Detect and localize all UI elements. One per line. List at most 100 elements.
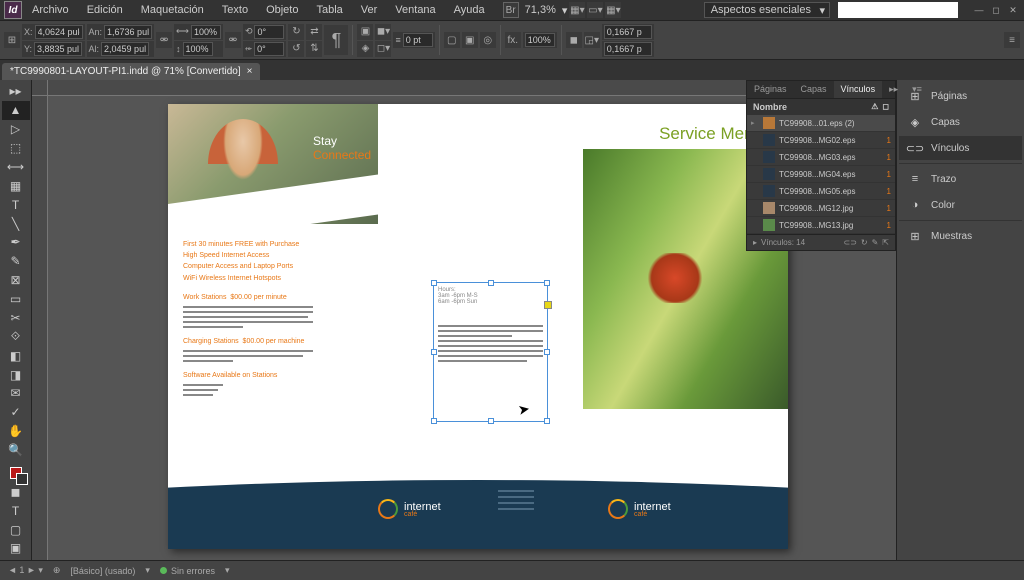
workspace-dropdown[interactable]: Aspectos esenciales [704, 2, 830, 18]
control-menu-icon[interactable]: ≡ [1004, 32, 1020, 48]
rotate-ccw-icon[interactable]: ↺ [288, 41, 304, 57]
scissors-tool[interactable]: ✂ [2, 309, 30, 328]
corner-options-icon[interactable]: ◲▾ [584, 32, 600, 48]
link-row[interactable]: TC99908...MG03.eps1 [747, 149, 895, 166]
dock-trazo[interactable]: ≡Trazo [899, 167, 1022, 191]
screen-mode-icon[interactable]: ▭▾ [587, 2, 603, 18]
resize-handle[interactable] [544, 349, 550, 355]
tab-close-icon[interactable]: × [247, 66, 253, 77]
dock-vinculos[interactable]: ⊂⊃Vínculos [899, 136, 1022, 160]
close-icon[interactable]: ✕ [1006, 4, 1020, 16]
flip-h-icon[interactable]: ⇄ [306, 24, 322, 40]
hand-tool[interactable]: ✋ [2, 422, 30, 441]
x-field[interactable] [35, 25, 83, 39]
rectangle-tool[interactable]: ▭ [2, 290, 30, 309]
constrain-scale-icon[interactable]: ⚮ [225, 32, 241, 48]
menu-archivo[interactable]: Archivo [24, 2, 77, 18]
scale-x-field[interactable] [191, 25, 221, 39]
fill-icon[interactable]: ◼▾ [375, 24, 391, 40]
panel-menu-icon[interactable]: ▾≡ [905, 81, 929, 98]
shear-field[interactable] [254, 42, 284, 56]
link-row[interactable]: ▸TC99908...01.eps (2) [747, 115, 895, 132]
selected-text-frame[interactable]: Hours: 3am -6pm M-S 6am -6pm Sun [433, 282, 548, 422]
rectangle-frame-tool[interactable]: ⊠ [2, 271, 30, 290]
constrain-icon[interactable]: ⚮ [156, 32, 172, 48]
links-panel[interactable]: Páginas Capas Vínculos ▸▸ ▾≡ Nombre ⚠◻ ▸… [746, 80, 896, 251]
link-row[interactable]: TC99908...MG13.jpg1 [747, 217, 895, 234]
tab-capas[interactable]: Capas [794, 81, 834, 98]
vertical-ruler[interactable] [32, 96, 48, 560]
zoom-tool[interactable]: 🔍 [2, 441, 30, 460]
panel-collapse-icon[interactable]: ▸▸ [882, 81, 905, 98]
resize-handle[interactable] [488, 418, 494, 424]
stroke-weight-field[interactable] [403, 33, 433, 47]
type-tool[interactable]: T [2, 195, 30, 214]
note-tool[interactable]: ✉ [2, 384, 30, 403]
maximize-icon[interactable]: ◻ [989, 4, 1003, 16]
resize-handle[interactable] [544, 280, 550, 286]
effects-icon[interactable]: fx. [505, 32, 521, 48]
pen-tool[interactable]: ✒ [2, 233, 30, 252]
preflight-profile[interactable]: [Básico] (usado) [70, 566, 135, 576]
opacity-field[interactable] [525, 33, 555, 47]
resize-handle[interactable] [431, 418, 437, 424]
content-collector-tool[interactable]: ▦ [2, 176, 30, 195]
ruler-origin[interactable] [32, 80, 48, 96]
errors-chevron-icon[interactable]: ▾ [225, 565, 230, 576]
link-row[interactable]: TC99908...MG12.jpg1 [747, 200, 895, 217]
bridge-button[interactable]: Br [503, 2, 519, 18]
resize-handle[interactable] [431, 280, 437, 286]
paragraph-mode-icon[interactable]: ¶ [324, 25, 348, 55]
stroke-icon[interactable]: ◻▾ [375, 41, 391, 57]
open-quick-apply-icon[interactable]: ⊕ [53, 565, 61, 576]
search-input[interactable] [838, 2, 958, 18]
menu-edicion[interactable]: Edición [79, 2, 131, 18]
update-link-icon[interactable]: ✎ [872, 238, 879, 247]
tab-vinculos[interactable]: Vínculos [834, 81, 883, 98]
zoom-level[interactable]: 71,3% [521, 4, 560, 16]
text-wrap-bbox-icon[interactable]: ▣ [462, 32, 478, 48]
view-mode-normal-icon[interactable]: ▢ [2, 520, 30, 539]
link-row[interactable]: TC99908...MG04.eps1 [747, 166, 895, 183]
tab-paginas[interactable]: Páginas [747, 81, 794, 98]
direct-selection-tool[interactable]: ▷ [2, 120, 30, 139]
rotate-field[interactable] [254, 25, 284, 39]
scale-y-field[interactable] [183, 42, 213, 56]
hero-image[interactable]: Stay Connected [168, 104, 378, 224]
text-wrap-none-icon[interactable]: ▢ [444, 32, 460, 48]
flip-v-icon[interactable]: ⇅ [306, 41, 322, 57]
menu-tabla[interactable]: Tabla [308, 2, 350, 18]
y-field[interactable] [34, 42, 82, 56]
apply-color-icon[interactable]: ◼ [2, 482, 30, 501]
corner-radius-field[interactable] [604, 25, 652, 39]
arrange-icon[interactable]: ▦▾ [605, 2, 621, 18]
eyedropper-tool[interactable]: ✓ [2, 403, 30, 422]
dock-muestras[interactable]: ⊞Muestras [899, 224, 1022, 248]
menu-texto[interactable]: Texto [214, 2, 256, 18]
preflight-chevron-icon[interactable]: ▾ [145, 565, 150, 576]
goto-link-icon[interactable]: ↻ [861, 238, 868, 247]
gradient-swatch-tool[interactable]: ◧ [2, 346, 30, 365]
minimize-icon[interactable]: — [972, 4, 986, 16]
resize-handle[interactable] [431, 349, 437, 355]
link-row[interactable]: TC99908...MG05.eps1 [747, 183, 895, 200]
height-field[interactable] [101, 42, 149, 56]
rotate-cw-icon[interactable]: ↻ [288, 24, 304, 40]
line-tool[interactable]: ╲ [2, 214, 30, 233]
menu-ayuda[interactable]: Ayuda [446, 2, 493, 18]
width-field[interactable] [104, 25, 152, 39]
view-options-icon[interactable]: ▦▾ [569, 2, 585, 18]
page-tool[interactable]: ⬚ [2, 139, 30, 158]
pencil-tool[interactable]: ✎ [2, 252, 30, 271]
live-corner-handle[interactable] [544, 301, 552, 309]
resize-handle[interactable] [488, 280, 494, 286]
corner-radius-field-2[interactable] [604, 42, 652, 56]
expand-toolbox-icon[interactable]: ▸▸ [2, 82, 30, 101]
dock-color[interactable]: ◑Color [899, 193, 1022, 217]
select-content-icon[interactable]: ◈ [357, 41, 373, 57]
view-mode-preview-icon[interactable]: ▣ [2, 539, 30, 558]
fill-stroke-swatch[interactable] [2, 464, 30, 483]
selection-tool[interactable]: ▲ [2, 101, 30, 120]
menu-ver[interactable]: Ver [353, 2, 386, 18]
edit-original-icon[interactable]: ⇱ [882, 238, 889, 247]
